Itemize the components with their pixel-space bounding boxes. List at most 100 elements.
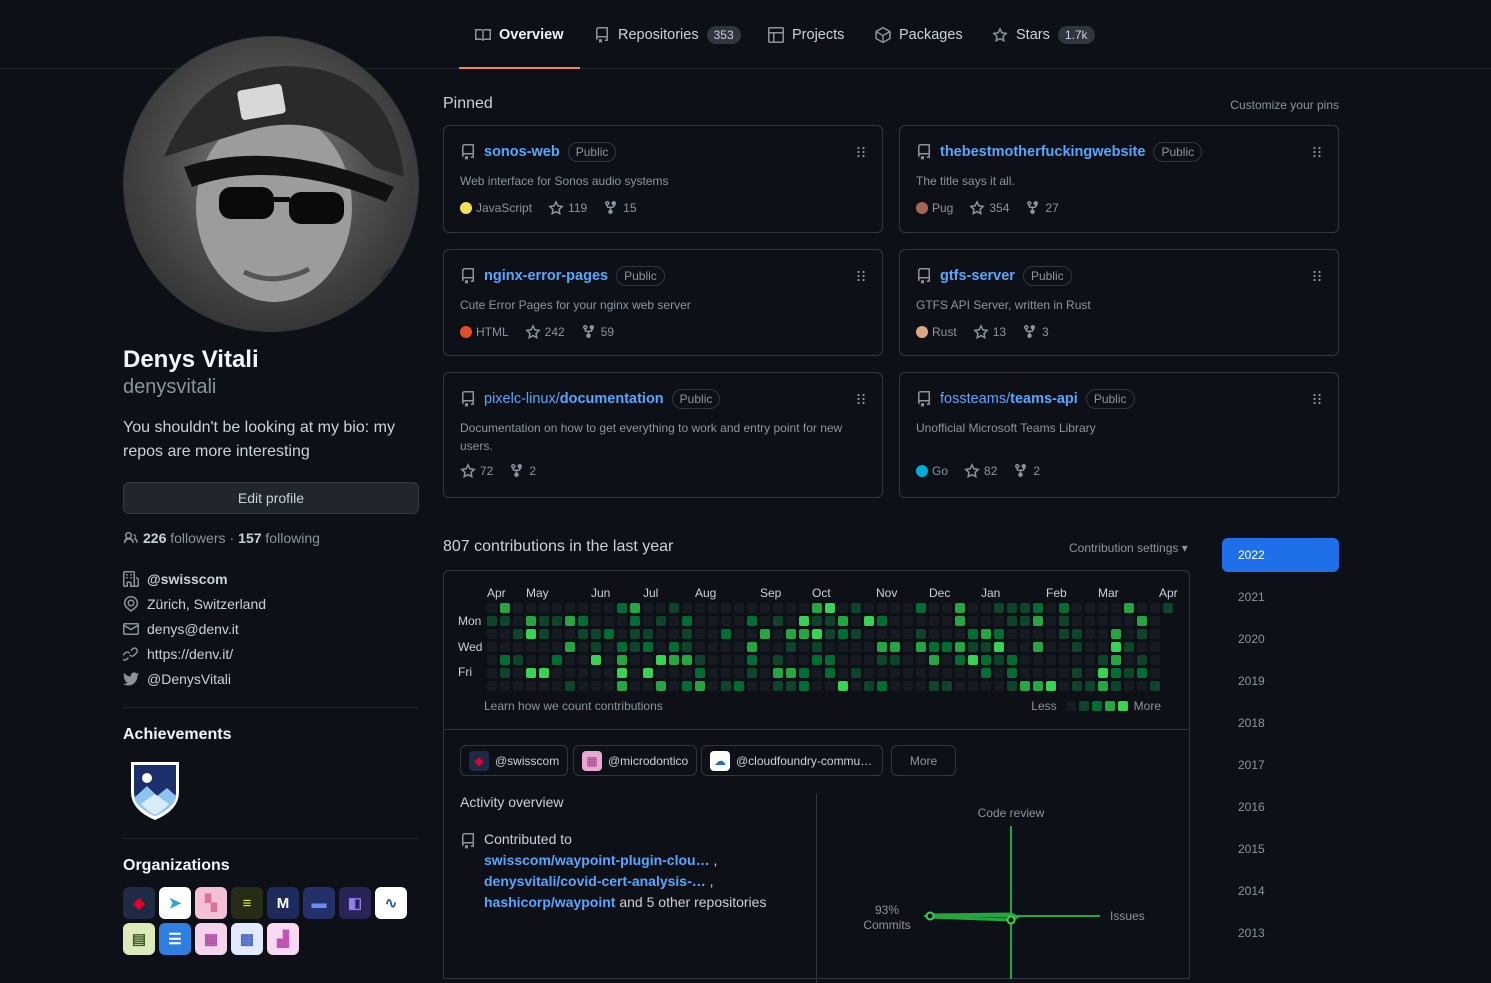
contribution-day[interactable]: [825, 603, 835, 613]
contribution-day[interactable]: [1059, 603, 1069, 613]
drag-handle-icon[interactable]: [856, 393, 866, 405]
contribution-day[interactable]: [799, 603, 809, 613]
contribution-day[interactable]: [656, 603, 666, 613]
contribution-day[interactable]: [786, 603, 796, 613]
contribution-day[interactable]: [656, 629, 666, 639]
contribution-day[interactable]: [1124, 616, 1134, 626]
contribution-day[interactable]: [955, 629, 965, 639]
drag-handle-icon[interactable]: [1312, 270, 1322, 282]
contribution-day[interactable]: [877, 681, 887, 691]
contribution-day[interactable]: [838, 668, 848, 678]
contribution-day[interactable]: [526, 655, 536, 665]
contribution-day[interactable]: [877, 642, 887, 652]
contribution-day[interactable]: [1098, 681, 1108, 691]
repo-stars[interactable]: 82: [964, 463, 997, 479]
contribution-day[interactable]: [890, 603, 900, 613]
org-filter-cloudfoundry[interactable]: ☁ @cloudfoundry-commu…: [701, 745, 883, 776]
contribution-day[interactable]: [942, 655, 952, 665]
contribution-day[interactable]: [1072, 603, 1082, 613]
contribution-day[interactable]: [669, 603, 679, 613]
contribution-day[interactable]: [890, 616, 900, 626]
contribution-day[interactable]: [643, 642, 653, 652]
achievement-badge[interactable]: [123, 758, 187, 822]
contribution-day[interactable]: [630, 616, 640, 626]
contribution-day[interactable]: [552, 668, 562, 678]
contribution-day[interactable]: [1033, 616, 1043, 626]
contribution-day[interactable]: [1072, 655, 1082, 665]
blue-checker-logo[interactable]: ▩: [231, 923, 263, 955]
contribution-day[interactable]: [916, 629, 926, 639]
pink-grid-logo[interactable]: ▦: [195, 923, 227, 955]
pink-pixel-logo[interactable]: ▚: [195, 887, 227, 919]
contribution-day[interactable]: [643, 668, 653, 678]
contribution-day[interactable]: [1137, 642, 1147, 652]
contribution-day[interactable]: [617, 616, 627, 626]
contribution-day[interactable]: [1124, 629, 1134, 639]
contribution-day[interactable]: [747, 616, 757, 626]
contribution-day[interactable]: [526, 668, 536, 678]
contribution-day[interactable]: [851, 668, 861, 678]
repo-forks[interactable]: 2: [509, 463, 536, 479]
contribution-day[interactable]: [1072, 642, 1082, 652]
website-link[interactable]: https://denv.it/: [147, 646, 233, 662]
contribution-day[interactable]: [1150, 616, 1160, 626]
contribution-day[interactable]: [1085, 642, 1095, 652]
contribution-day[interactable]: [812, 616, 822, 626]
contribution-day[interactable]: [773, 668, 783, 678]
contribution-day[interactable]: [981, 681, 991, 691]
year-link-2019[interactable]: 2019: [1222, 664, 1339, 698]
year-link-2016[interactable]: 2016: [1222, 790, 1339, 824]
contribution-day[interactable]: [786, 668, 796, 678]
contribution-day[interactable]: [591, 603, 601, 613]
contribution-day[interactable]: [1137, 616, 1147, 626]
contribution-day[interactable]: [526, 642, 536, 652]
contribution-day[interactable]: [552, 603, 562, 613]
contribution-day[interactable]: [539, 655, 549, 665]
contribution-day[interactable]: [955, 668, 965, 678]
contribution-day[interactable]: [968, 616, 978, 626]
contribution-day[interactable]: [1059, 616, 1069, 626]
contribution-day[interactable]: [578, 655, 588, 665]
contribution-day[interactable]: [838, 681, 848, 691]
contribution-day[interactable]: [916, 642, 926, 652]
contribution-day[interactable]: [1020, 616, 1030, 626]
contribution-day[interactable]: [773, 603, 783, 613]
contribution-day[interactable]: [812, 655, 822, 665]
contribution-day[interactable]: [877, 655, 887, 665]
contribution-day[interactable]: [890, 642, 900, 652]
contribution-day[interactable]: [682, 668, 692, 678]
contribution-day[interactable]: [1150, 603, 1160, 613]
contribution-day[interactable]: [864, 603, 874, 613]
contribution-day[interactable]: [500, 629, 510, 639]
contribution-day[interactable]: [747, 668, 757, 678]
contribution-day[interactable]: [955, 616, 965, 626]
contribution-day[interactable]: [825, 655, 835, 665]
contribution-day[interactable]: [565, 668, 575, 678]
contribution-day[interactable]: [617, 629, 627, 639]
contribution-day[interactable]: [708, 603, 718, 613]
contribution-day[interactable]: [682, 629, 692, 639]
org-filter-microdontico[interactable]: ▦ @microdontico: [573, 745, 698, 776]
contribution-day[interactable]: [864, 629, 874, 639]
contribution-day[interactable]: [552, 616, 562, 626]
contribution-day[interactable]: [630, 642, 640, 652]
contribution-day[interactable]: [1150, 629, 1160, 639]
purple-card-logo[interactable]: ◧: [339, 887, 371, 919]
contribution-day[interactable]: [1098, 616, 1108, 626]
contribution-day[interactable]: [1150, 668, 1160, 678]
contribution-day[interactable]: [838, 655, 848, 665]
contribution-day[interactable]: [539, 681, 549, 691]
year-link-2020[interactable]: 2020: [1222, 622, 1339, 656]
contribution-day[interactable]: [786, 642, 796, 652]
contribution-day[interactable]: [929, 681, 939, 691]
contribution-day[interactable]: [1033, 603, 1043, 613]
contribution-day[interactable]: [760, 642, 770, 652]
green-book-logo[interactable]: ▤: [123, 923, 155, 955]
contribution-day[interactable]: [851, 642, 861, 652]
contribution-day[interactable]: [994, 668, 1004, 678]
contribution-day[interactable]: [773, 655, 783, 665]
contribution-day[interactable]: [1085, 603, 1095, 613]
year-link-2018[interactable]: 2018: [1222, 706, 1339, 740]
contribution-day[interactable]: [903, 655, 913, 665]
contribution-day[interactable]: [539, 603, 549, 613]
